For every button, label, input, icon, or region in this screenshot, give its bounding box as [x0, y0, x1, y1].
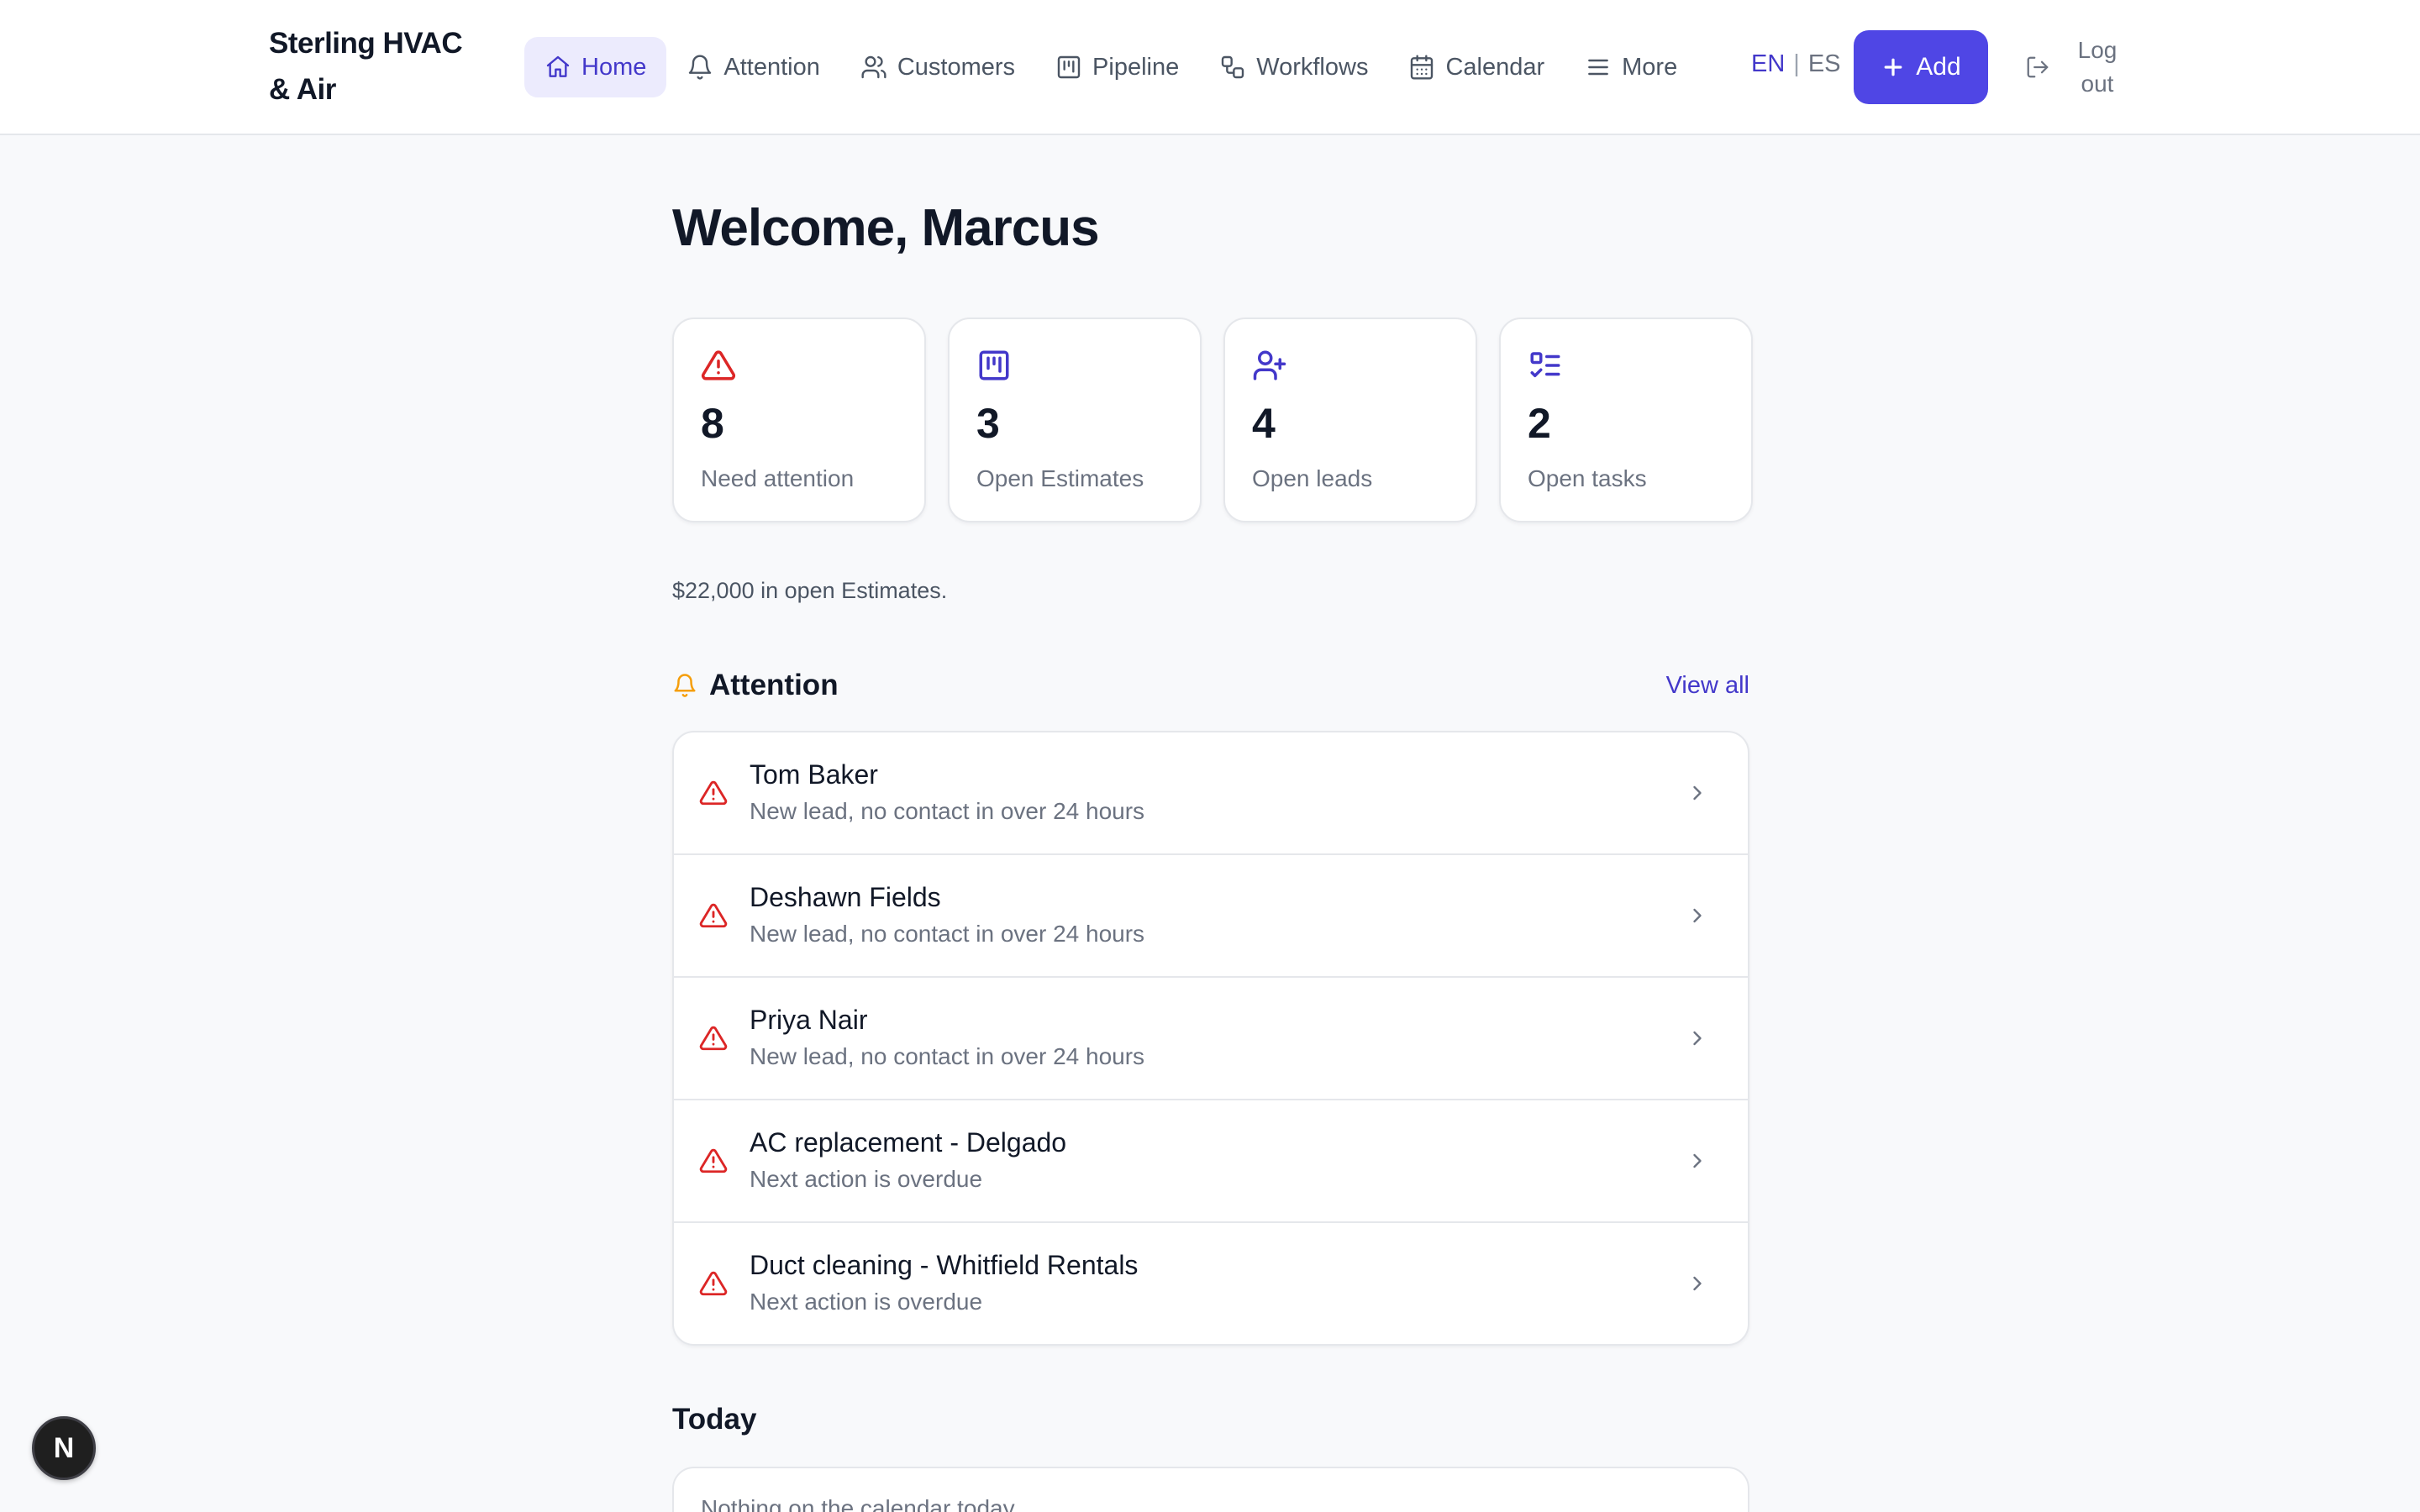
language-separator: | [1793, 50, 1800, 77]
logout-label: Log out [2077, 37, 2118, 97]
alert-triangle-icon [701, 350, 736, 381]
attention-item-name: Duct cleaning - Whitfield Rentals [750, 1250, 1139, 1280]
page-title: Welcome, Marcus [672, 199, 1100, 257]
users-icon [861, 55, 886, 79]
top-navigation-bar: Sterling HVAC & Air Home Attention Custo… [0, 0, 2420, 135]
chevron-right-icon [1693, 1276, 1702, 1291]
bell-icon [689, 55, 712, 80]
kanban-icon [979, 350, 1009, 381]
home-icon [546, 55, 570, 77]
list-checks-icon [1530, 352, 1560, 377]
alert-triangle-icon [699, 1148, 728, 1173]
nav-item-label: Customers [897, 53, 1016, 81]
stats-cards: 8 Need attention 3 Open Estimates 4 Open… [672, 318, 1753, 522]
stat-card-open-tasks[interactable]: 2 Open tasks [1499, 318, 1753, 522]
stat-label: Open tasks [1528, 465, 1647, 491]
today-empty-text: Nothing on the calendar today. [701, 1495, 1020, 1512]
logout-button[interactable]: Log out [2025, 32, 2123, 102]
attention-title: Attention [709, 669, 839, 701]
stat-value: 3 [976, 400, 1000, 447]
alert-triangle-icon [699, 903, 728, 928]
logout-icon [2027, 56, 2049, 78]
nav-item-home[interactable]: Home [524, 37, 667, 97]
attention-section-header: Attention View all [672, 665, 1749, 706]
today-title: Today [672, 1403, 757, 1436]
nav-item-workflows[interactable]: Workflows [1199, 37, 1388, 97]
chevron-right-icon [1693, 1153, 1702, 1168]
stat-card-need-attention[interactable]: 8 Need attention [672, 318, 926, 522]
dev-tools-badge-letter: N [53, 1431, 75, 1464]
language-es[interactable]: ES [1808, 50, 1841, 78]
nav-item-attention[interactable]: Attention [666, 37, 839, 97]
language-switcher: EN | ES [1751, 50, 1841, 78]
attention-item-detail: Next action is overdue [750, 1289, 983, 1315]
alert-triangle-icon [699, 780, 728, 806]
attention-item-detail: Next action is overdue [750, 1166, 983, 1192]
stat-label: Open Estimates [976, 465, 1144, 491]
brand-name[interactable]: Sterling HVAC & Air [269, 20, 479, 113]
menu-icon [1588, 59, 1609, 76]
kanban-icon [1057, 55, 1081, 79]
nav-item-label: Attention [723, 53, 820, 81]
nav-item-label: Calendar [1445, 53, 1545, 81]
bell-icon [674, 674, 696, 697]
nav-item-pipeline[interactable]: Pipeline [1035, 37, 1199, 97]
attention-item[interactable]: Tom Baker New lead, no contact in over 2… [674, 732, 1748, 855]
attention-item[interactable]: AC replacement - Delgado Next action is … [674, 1100, 1748, 1223]
alert-triangle-icon [699, 1026, 728, 1051]
stat-value: 2 [1528, 400, 1551, 447]
stat-label: Open leads [1252, 465, 1373, 491]
nav-item-calendar[interactable]: Calendar [1388, 37, 1565, 97]
stat-value: 8 [701, 400, 724, 447]
attention-item-name: Priya Nair [750, 1005, 868, 1035]
nav-item-label: Home [581, 53, 647, 81]
nav-item-label: More [1622, 53, 1678, 81]
estimates-summary: $22,000 in open Estimates. [672, 578, 948, 603]
stat-card-open-estimates[interactable]: 3 Open Estimates [948, 318, 1202, 522]
attention-item-detail: New lead, no contact in over 24 hours [750, 798, 1145, 824]
calendar-icon [1411, 55, 1434, 80]
nav-item-more[interactable]: More [1565, 37, 1697, 97]
dev-tools-badge[interactable]: N [32, 1416, 96, 1480]
attention-item-name: Tom Baker [750, 759, 878, 790]
add-button-label: Add [1916, 53, 1961, 81]
today-card: Nothing on the calendar today. [672, 1467, 1749, 1512]
alert-triangle-icon [699, 1271, 728, 1296]
user-plus-icon [1253, 350, 1286, 381]
plus-icon [1884, 58, 1902, 76]
chevron-right-icon [1693, 785, 1702, 801]
stat-value: 4 [1252, 400, 1276, 447]
chevron-right-icon [1693, 1031, 1702, 1046]
attention-item-name: Deshawn Fields [750, 882, 941, 912]
add-button[interactable]: Add [1854, 30, 1988, 104]
stat-card-open-leads[interactable]: 4 Open leads [1223, 318, 1477, 522]
attention-item[interactable]: Priya Nair New lead, no contact in over … [674, 978, 1748, 1100]
attention-item[interactable]: Deshawn Fields New lead, no contact in o… [674, 855, 1748, 978]
chevron-right-icon [1693, 908, 1702, 923]
stat-label: Need attention [701, 465, 855, 491]
nav-item-label: Workflows [1256, 53, 1369, 81]
view-all-link[interactable]: View all [1666, 672, 1749, 700]
attention-item[interactable]: Duct cleaning - Whitfield Rentals Next a… [674, 1223, 1748, 1344]
nav-item-customers[interactable]: Customers [840, 37, 1035, 97]
workflow-icon [1222, 55, 1244, 79]
nav-item-label: Pipeline [1092, 53, 1180, 81]
attention-item-name: AC replacement - Delgado [750, 1127, 1067, 1158]
attention-item-detail: New lead, no contact in over 24 hours [750, 921, 1145, 947]
attention-item-detail: New lead, no contact in over 24 hours [750, 1043, 1145, 1069]
main-nav: Home Attention Customers Pipeline Workfl… [524, 37, 1697, 97]
attention-list: Tom Baker New lead, no contact in over 2… [672, 731, 1749, 1346]
language-en[interactable]: EN [1751, 50, 1785, 78]
